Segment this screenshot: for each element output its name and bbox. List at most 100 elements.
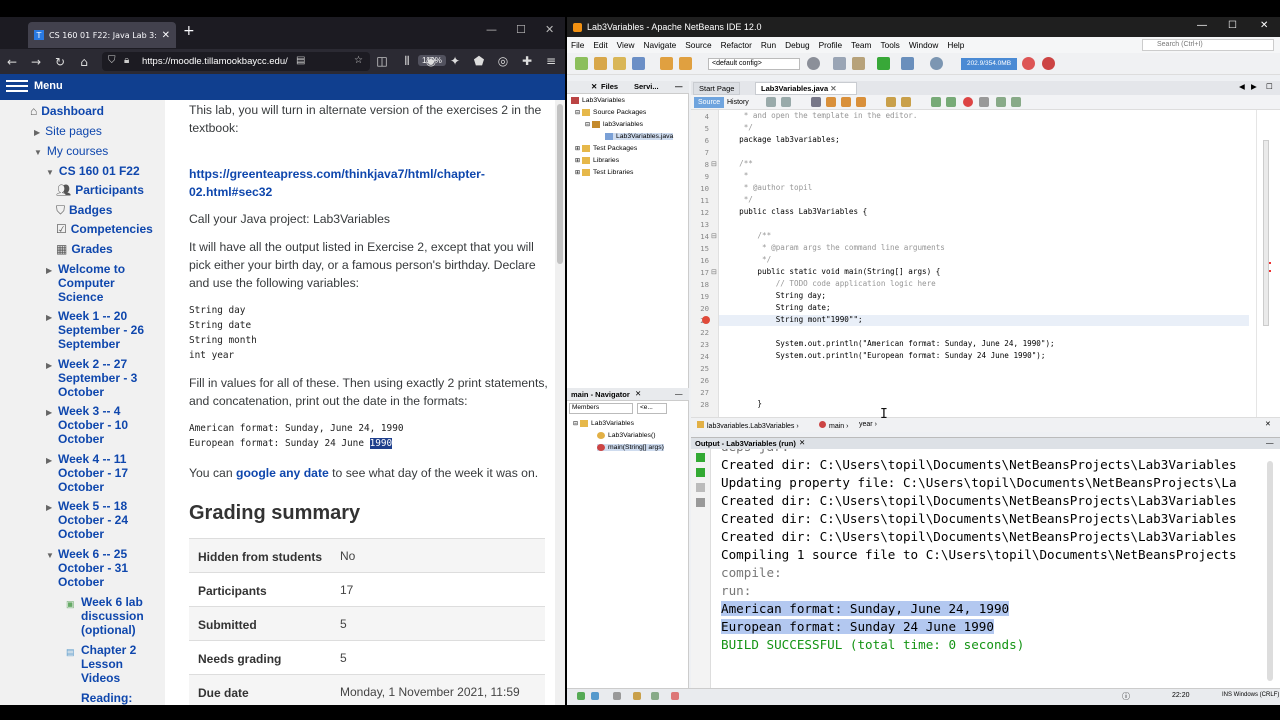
breadcrumb-variable[interactable]: year › — [859, 421, 877, 428]
browser-tab[interactable]: T CS 160 01 F22: Java Lab 3: Varia ✕ — [28, 22, 176, 48]
sidebar-activity[interactable]: ▣ Week 6 lab discussion (optional) — [66, 595, 163, 637]
menu-navigate[interactable]: Navigate — [644, 40, 677, 50]
find-previous-icon[interactable] — [826, 97, 836, 107]
sidebar-item-grades[interactable]: ▦ Grades — [56, 242, 113, 256]
code-line[interactable]: } — [730, 399, 762, 408]
close-window-icon[interactable]: ✕ — [1260, 20, 1268, 31]
extension-icon[interactable]: ⬟ — [467, 54, 491, 68]
lock-icon[interactable] — [633, 692, 641, 700]
last-edit-icon[interactable] — [766, 97, 776, 107]
sidebar-week[interactable]: ▶ Week 5 -- 18 October - 24 October — [46, 499, 163, 541]
find-next-icon[interactable] — [841, 97, 851, 107]
tree-source-packages[interactable]: ⊟ Source Packages — [575, 109, 646, 116]
extension-icon[interactable]: ✦ — [443, 54, 467, 68]
menu-view[interactable]: View — [617, 40, 635, 50]
menu-file[interactable]: File — [571, 40, 584, 50]
home-icon[interactable]: ⌂ — [72, 55, 96, 69]
code-line[interactable]: public static void main(String[] args) { — [730, 267, 940, 276]
shift-right-icon[interactable] — [946, 97, 956, 107]
shift-left-icon[interactable] — [931, 97, 941, 107]
sidebar-week[interactable]: ▶ Week 2 -- 27 September - 3 October — [46, 357, 163, 399]
reader-view-icon[interactable]: ▤ — [296, 55, 305, 66]
minimize-panel-icon[interactable]: — — [675, 389, 683, 398]
breadcrumb-method[interactable]: main › — [819, 421, 848, 430]
collapse-icon[interactable]: ⊟ — [585, 121, 590, 128]
tree-package[interactable]: ⊟ lab3variables — [585, 121, 643, 128]
stop-icon[interactable] — [696, 483, 705, 492]
open-project-icon[interactable] — [613, 57, 626, 70]
code-editor[interactable]: 4567891011121314151617181920212223242526… — [691, 110, 1280, 417]
menu-source[interactable]: Source — [685, 40, 711, 50]
sidebar-item-site-pages[interactable]: ▶ Site pages — [34, 124, 102, 140]
nav-constructor[interactable]: Lab3Variables() — [597, 432, 655, 439]
minimize-panel-icon[interactable]: — — [1266, 438, 1274, 447]
tree-java-file[interactable]: Lab3Variables.java — [605, 133, 674, 140]
build-icon[interactable] — [833, 57, 846, 70]
back-icon[interactable] — [781, 97, 791, 107]
source-view-button[interactable]: Source — [694, 97, 725, 108]
url-bar[interactable]: ⛉ 🔒︎ https://moodle.tillamookbaycc.edu/ … — [102, 52, 446, 71]
profiler-icon[interactable] — [1042, 57, 1055, 70]
code-line[interactable]: */ — [730, 255, 771, 264]
menu-window[interactable]: Window — [909, 40, 939, 50]
code-line[interactable]: System.out.println("European format: Sun… — [730, 351, 1046, 360]
close-icon[interactable]: ✕ — [830, 84, 836, 93]
expand-icon[interactable]: ⊞ — [575, 157, 580, 164]
code-line[interactable]: * @author topil — [730, 183, 813, 192]
rerun-with-params-icon[interactable] — [696, 468, 705, 477]
run-icon[interactable] — [877, 57, 890, 70]
save-all-icon[interactable] — [632, 57, 645, 70]
nav-main-method[interactable]: main(String[] args) — [597, 444, 664, 451]
error-marker-icon[interactable] — [702, 316, 710, 324]
code-line[interactable]: public class Lab3Variables { — [730, 207, 867, 216]
expand-icon[interactable]: ⊞ — [575, 169, 580, 176]
new-project-icon[interactable] — [594, 57, 607, 70]
code-line[interactable]: package lab3variables; — [730, 135, 840, 144]
code-line[interactable]: * — [730, 171, 749, 180]
code-line[interactable]: */ — [730, 195, 753, 204]
ide-search-input[interactable]: Search (Ctrl+I) — [1142, 39, 1274, 51]
google-link[interactable]: google any date — [236, 466, 329, 480]
notification-icon[interactable]: ⓘ — [1122, 691, 1130, 702]
code-line[interactable]: * and open the template in the editor. — [730, 111, 918, 120]
menu-tools[interactable]: Tools — [880, 40, 899, 50]
tab-start-page[interactable]: Start Page — [693, 82, 741, 95]
code-line[interactable]: String day; — [730, 291, 826, 300]
tree-test-libraries[interactable]: ⊞ Test Libraries — [575, 169, 633, 176]
memory-indicator[interactable]: 202.9/354.0MB — [961, 58, 1017, 70]
nav-class[interactable]: ⊟ Lab3Variables — [573, 420, 634, 427]
clean-build-icon[interactable] — [852, 57, 865, 70]
lock-icon[interactable]: 🔒︎ — [124, 55, 129, 66]
menu-team[interactable]: Team — [851, 40, 871, 50]
sidebar-activity[interactable]: Reading: — [81, 691, 163, 705]
sidebar-week[interactable]: ▶ Week 3 -- 4 October - 10 October — [46, 404, 163, 446]
history-view-button[interactable]: History — [727, 97, 749, 108]
code-line[interactable]: String date; — [730, 303, 831, 312]
tab-scroll-right-icon[interactable]: ▶ — [1251, 82, 1257, 91]
code-line[interactable]: * @param args the command line arguments — [730, 243, 945, 252]
settings-icon[interactable] — [696, 498, 705, 507]
sidebar-item-dashboard[interactable]: ⌂ Dashboard — [30, 104, 104, 118]
expand-icon[interactable]: ⊞ — [575, 145, 580, 152]
uncomment-icon[interactable] — [1011, 97, 1021, 107]
sidebar-week[interactable]: ▶ Welcome to Computer Science — [46, 262, 163, 304]
pocket-icon[interactable]: ◫ — [370, 54, 394, 68]
menu-edit[interactable]: Edit — [593, 40, 607, 50]
globe-icon[interactable] — [807, 57, 820, 70]
tab-services[interactable]: Servi... — [634, 82, 659, 91]
menu-run[interactable]: Run — [761, 40, 776, 50]
minimize-icon[interactable]: — — [486, 23, 497, 36]
shield-icon[interactable]: ⛉ — [108, 55, 116, 66]
sidebar-week[interactable]: ▶ Week 1 -- 20 September - 26 September — [46, 309, 163, 351]
record-macro-icon[interactable] — [963, 97, 973, 107]
sidebar-item-my-courses[interactable]: ▼ My courses — [34, 144, 108, 160]
redo-icon[interactable] — [679, 57, 692, 70]
tree-project[interactable]: Lab3Variables — [571, 97, 625, 104]
bottom-toolbar-icon[interactable] — [591, 692, 599, 700]
forward-icon[interactable]: → — [24, 55, 48, 69]
menu-refactor[interactable]: Refactor — [721, 40, 752, 50]
sidebar-item-competencies[interactable]: ☑ Competencies — [56, 222, 153, 236]
sidebar-week[interactable]: ▶ Week 4 -- 11 October - 17 October — [46, 452, 163, 494]
close-window-icon[interactable]: ✕ — [545, 23, 554, 36]
close-icon[interactable]: ✕ — [1265, 420, 1271, 428]
